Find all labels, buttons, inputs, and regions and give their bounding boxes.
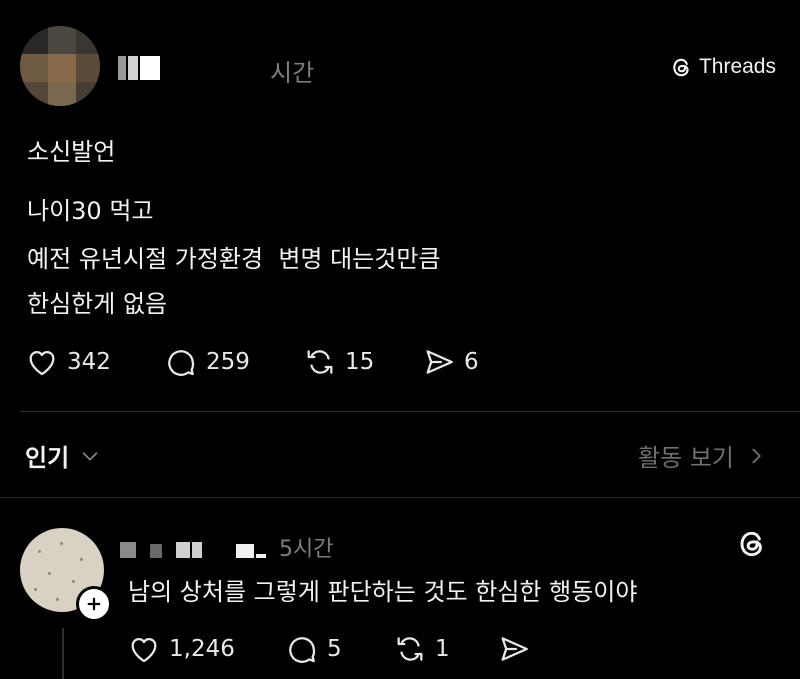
share-count: 6 — [464, 349, 479, 375]
reply-share-button[interactable] — [497, 632, 531, 666]
reply-like-count: 1,246 — [169, 636, 235, 662]
speech-bubble-icon — [168, 350, 195, 376]
speech-bubble-icon — [289, 637, 316, 663]
reply-action-bar: 1,246 5 1 — [127, 632, 547, 668]
sort-dropdown[interactable]: 인기 — [25, 438, 101, 473]
like-button[interactable]: 342 — [25, 345, 111, 379]
comment-count: 259 — [206, 349, 250, 375]
threads-badge[interactable]: Threads — [670, 55, 776, 79]
threads-logo-icon[interactable] — [736, 528, 768, 560]
repost-arrows-icon — [397, 637, 423, 661]
plus-icon — [87, 597, 101, 611]
post-text-line-1: 소신발언 — [27, 138, 116, 166]
reply-username-redacted[interactable] — [118, 540, 270, 562]
threads-brand-label: Threads — [698, 55, 776, 78]
reply-repost-button[interactable]: 1 — [393, 632, 450, 666]
paper-plane-icon — [426, 350, 453, 374]
activity-label: 활동 보기 — [638, 444, 734, 472]
reply-like-button[interactable]: 1,246 — [127, 632, 235, 666]
threads-logo-icon — [673, 58, 689, 76]
heart-icon — [131, 637, 157, 663]
chevron-down-icon — [82, 451, 98, 460]
author-username-redacted[interactable] — [118, 56, 160, 80]
reply-comment-count: 5 — [327, 636, 342, 662]
divider — [20, 411, 800, 412]
author-avatar[interactable] — [20, 26, 100, 106]
post-text-line-2: 나이30 먹고 — [27, 197, 154, 225]
post-text-line-3: 예전 유년시절 가정환경 변명 대는것만큼 — [27, 245, 441, 273]
repost-count: 15 — [345, 349, 375, 375]
post-timestamp: 시간 — [270, 59, 315, 87]
reply-text: 남의 상처를 그렇게 판단하는 것도 한심한 행동이야 — [128, 578, 638, 606]
heart-icon — [29, 350, 55, 376]
reply-timestamp: 5시간 — [279, 537, 334, 562]
share-button[interactable]: 6 — [422, 345, 479, 379]
thread-connector-line — [62, 628, 64, 679]
repost-button[interactable]: 15 — [303, 345, 374, 379]
follow-button[interactable] — [76, 586, 112, 622]
chevron-right-icon — [752, 448, 761, 463]
like-count: 342 — [67, 349, 111, 375]
sort-label: 인기 — [25, 444, 70, 472]
post-action-bar: 342 259 15 6 — [25, 345, 505, 385]
reply-repost-count: 1 — [435, 636, 450, 662]
reply-comment-button[interactable]: 5 — [285, 632, 342, 666]
repost-arrows-icon — [307, 350, 333, 374]
divider — [0, 497, 800, 498]
paper-plane-icon — [501, 637, 528, 661]
view-activity-link[interactable]: 활동 보기 — [638, 438, 766, 473]
comment-button[interactable]: 259 — [164, 345, 250, 379]
post-text-line-4: 한심한게 없음 — [27, 290, 168, 318]
